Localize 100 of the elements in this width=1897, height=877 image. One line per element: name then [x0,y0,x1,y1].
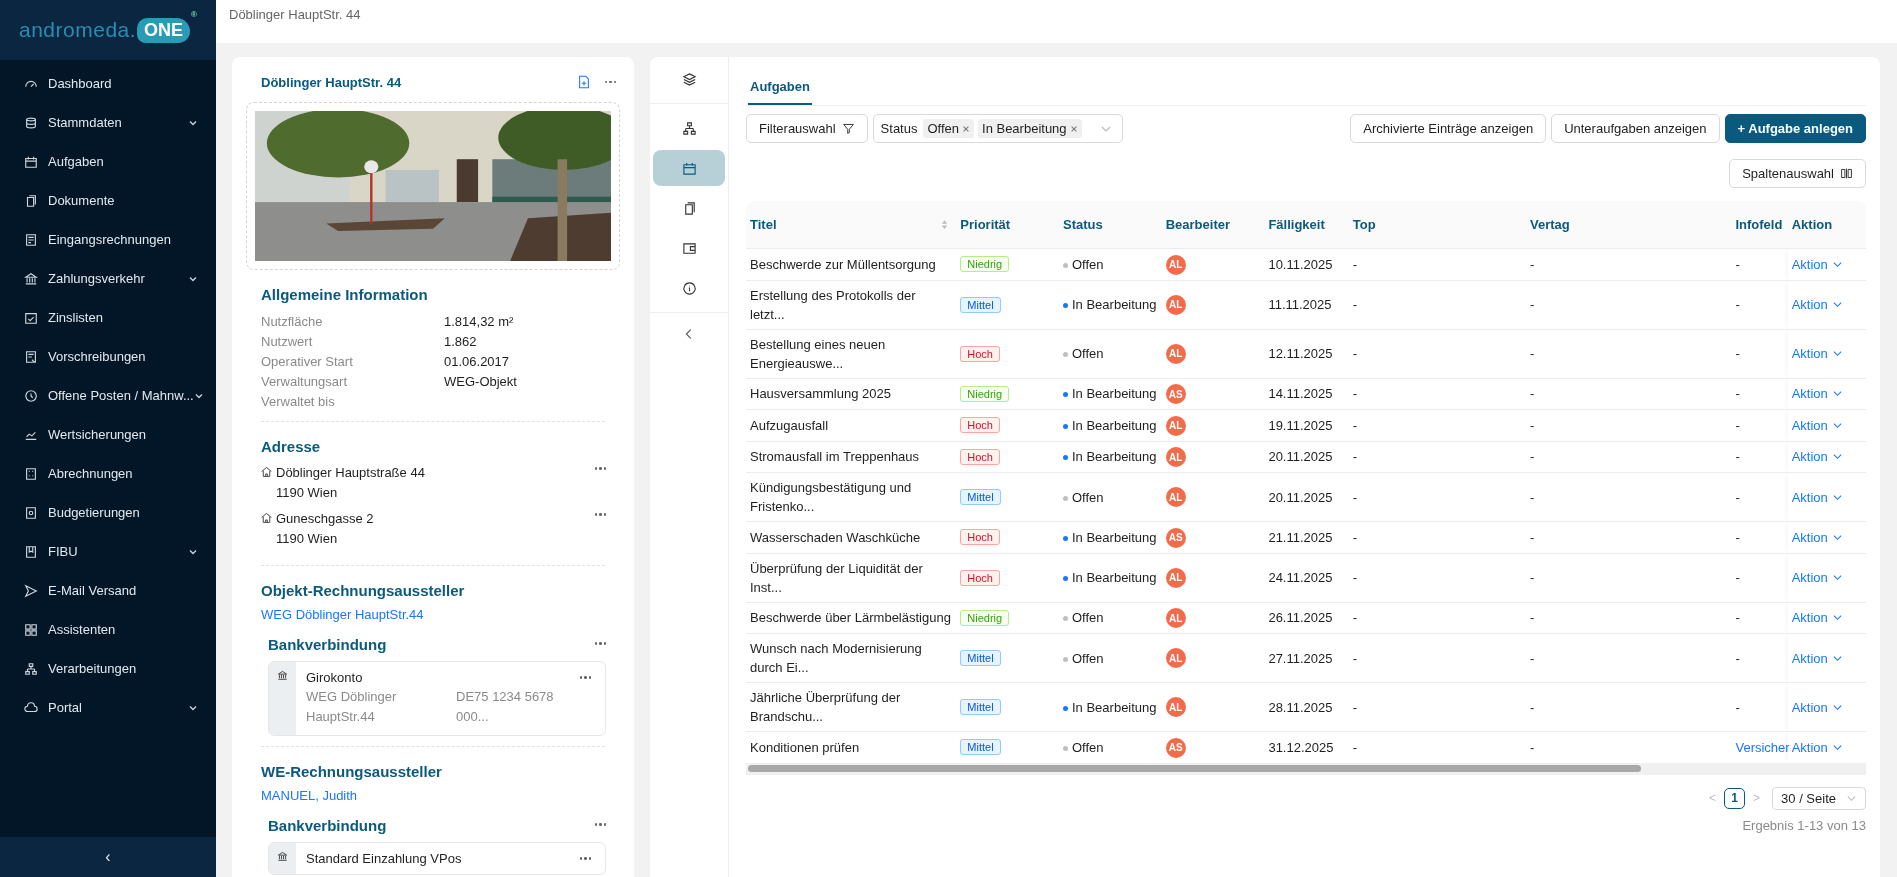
column-header[interactable]: Priorität [956,201,1059,249]
address-city: 1190 Wien [276,484,339,502]
table-cell: 24.11.2025 [1264,553,1349,602]
object-title: Döblinger HauptStr. 44 [261,74,403,90]
column-header[interactable]: Fälligkeit [1264,201,1349,249]
page-size-select[interactable]: 30 / Seite [1772,786,1866,810]
table-cell: - [1348,248,1527,280]
sidebar-item[interactable]: Zinslisten [0,298,216,337]
sidebar-item[interactable]: FIBU [0,532,216,571]
action-dropdown[interactable]: Aktion [1791,529,1843,545]
column-select-button[interactable]: Spaltenauswahl [1729,159,1866,188]
priority-tag: Hoch [960,529,1000,546]
table-cell: Kündigungsbestätigung und Fristenko... [746,472,957,522]
table-cell: - [1348,329,1527,378]
table-cell: - [1731,633,1788,683]
page-button[interactable]: 1 [1724,787,1746,809]
documents-icon [24,193,38,208]
issuer-link[interactable]: MANUEL, Judith [261,788,358,803]
column-header[interactable]: Bearbeiter [1161,201,1265,249]
filter-button[interactable]: Filterauswahl [746,114,868,143]
toggle-button[interactable]: Archivierte Einträge anzeigen [1350,114,1547,143]
sidebar-item[interactable]: Vorschreibungen [0,337,216,376]
sidebar-item[interactable]: Aufgaben [0,142,216,181]
action-dropdown[interactable]: Aktion [1791,449,1843,465]
table-cell: 11.11.2025 [1264,280,1349,329]
section-heading: WE-Rechnungsaussteller [261,763,443,780]
action-dropdown[interactable]: Aktion [1791,699,1843,715]
collapse-button[interactable]: ‹ [99,846,117,868]
field-label: Verwaltet bis [261,393,336,409]
action-dropdown[interactable]: Aktion [1791,297,1843,312]
status-select[interactable]: Status Offen In Bearbeitung [872,114,1123,143]
home-icon [260,465,273,478]
table-cell: Erstellung des Protokolls der letzt... [746,280,957,329]
field-label: Operativer Start [261,353,354,369]
document-add-icon[interactable] [576,75,591,89]
sidebar-item[interactable]: Portal [0,688,216,727]
priority-tag: Mittel [960,489,1001,505]
avatar: AL [1165,447,1186,467]
address-city: 1190 Wien [276,530,339,548]
table-cell: Konditionen prüfen [746,731,957,763]
table-cell: - [1348,731,1527,763]
action-dropdown[interactable]: Aktion [1791,570,1843,585]
toggle-button[interactable]: Unteraufgaben anzeigen [1551,114,1720,143]
action-dropdown[interactable]: Aktion [1791,650,1843,666]
table-cell: - [1731,553,1788,602]
action-dropdown[interactable]: Aktion [1791,386,1843,402]
sidebar-item[interactable]: Offene Posten / Mahnw... [0,376,216,415]
table-cell: - [1731,329,1788,378]
priority-tag: Hoch [960,448,1000,465]
avatar: AL [1165,487,1186,508]
sidebar-item[interactable]: Stammdaten [0,103,216,142]
create-button[interactable]: + Aufgabe anlegen [1724,114,1866,143]
column-header[interactable]: Status [1059,201,1162,249]
priority-tag: Mittel [960,296,1001,313]
close-icon[interactable] [1069,124,1078,133]
section-heading: Adresse [261,438,322,455]
sidebar-item[interactable]: Verarbeitungen [0,649,216,688]
table-cell: - [1526,329,1732,378]
logo: andromeda. ONE ® [0,0,216,60]
column-header[interactable]: Vertag [1526,201,1732,249]
sidebar-item[interactable]: Dashboard [0,64,216,103]
columns-icon [1840,167,1853,180]
priority-tag: Hoch [960,417,1000,434]
sidebar-item[interactable]: Abrechnungen [0,454,216,493]
sidebar-item[interactable]: E-Mail Versand [0,571,216,610]
action-dropdown[interactable]: Aktion [1791,739,1843,755]
account-name: Standard Einzahlung VPos [306,851,463,866]
layers-icon [681,71,697,87]
field-label: Nutzwert [261,333,314,349]
sidebar-item[interactable]: Dokumente [0,181,216,220]
account-name: Girokonto [306,670,364,685]
calendar-tab[interactable] [653,150,725,186]
action-dropdown[interactable]: Aktion [1791,489,1843,505]
info-link[interactable]: Versicher [1731,731,1788,763]
table-cell: - [1348,633,1527,683]
action-dropdown[interactable]: Aktion [1791,610,1843,626]
sidebar-item[interactable]: Assistenten [0,610,216,649]
scrollbar-thumb[interactable] [748,765,1641,772]
issuer-link[interactable]: WEG Döblinger HauptStr.44 [261,607,424,622]
column-header[interactable]: Infofeld [1731,201,1788,249]
column-header[interactable]: Titel [746,201,957,249]
sidebar-item[interactable]: Eingangsrechnungen [0,220,216,259]
subsection-heading: Bankverbindung [268,636,388,653]
column-header[interactable]: Top [1348,201,1527,249]
table-cell: - [1348,472,1527,522]
status-text: Offen [1072,489,1104,505]
bank-icon [277,670,288,681]
breadcrumb: Döblinger HauptStr. 44 [229,7,361,22]
sidebar-item[interactable]: Budgetierungen [0,493,216,532]
action-dropdown[interactable]: Aktion [1791,256,1843,272]
column-header[interactable]: Aktion [1787,201,1866,249]
status-text: Offen [1072,739,1104,755]
sidebar-item[interactable]: Zahlungsverkehr [0,259,216,298]
action-dropdown[interactable]: Aktion [1791,346,1843,361]
action-dropdown[interactable]: Aktion [1791,417,1843,433]
table-cell: Beschwerde zur Müllentsorgung [746,248,957,280]
tab[interactable]: Aufgaben [748,75,812,105]
table-cell: - [1731,682,1788,732]
sidebar-item[interactable]: Wertsicherungen [0,415,216,454]
close-icon[interactable] [962,124,970,133]
